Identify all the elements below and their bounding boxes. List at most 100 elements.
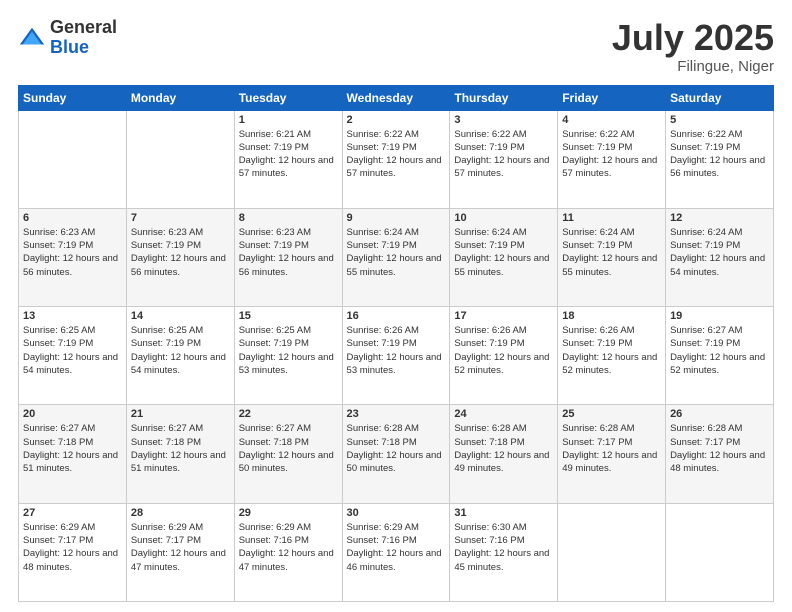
day-info-6: Sunrise: 6:23 AM Sunset: 7:19 PM Dayligh… (23, 226, 122, 279)
cell-4-4: 31Sunrise: 6:30 AM Sunset: 7:16 PM Dayli… (450, 503, 558, 601)
day-info-21: Sunrise: 6:27 AM Sunset: 7:18 PM Dayligh… (131, 422, 230, 475)
cell-4-6 (666, 503, 774, 601)
cell-0-0 (19, 110, 127, 208)
day-number-15: 15 (239, 310, 338, 322)
day-number-18: 18 (562, 310, 661, 322)
day-number-17: 17 (454, 310, 553, 322)
day-info-29: Sunrise: 6:29 AM Sunset: 7:16 PM Dayligh… (239, 521, 338, 574)
cell-1-6: 12 Sunrise: 6:24 AM Sunset: 7:19 PM Dayli… (666, 208, 774, 306)
week-row-0: 1Sunrise: 6:21 AM Sunset: 7:19 PM Daylig… (19, 110, 774, 208)
day-number-7: 7 (131, 212, 230, 224)
day-number-25: 25 (562, 408, 661, 420)
cell-0-3: 2 Sunrise: 6:22 AM Sunset: 7:19 PM Daylig… (342, 110, 450, 208)
cell-0-5: 4Sunrise: 6:22 AM Sunset: 7:19 PM Daylig… (558, 110, 666, 208)
cell-1-0: 6Sunrise: 6:23 AM Sunset: 7:19 PM Daylig… (19, 208, 127, 306)
day-info-15: Sunrise: 6:25 AM Sunset: 7:19 PM Dayligh… (239, 324, 338, 377)
cell-3-5: 25Sunrise: 6:28 AM Sunset: 7:17 PM Dayli… (558, 405, 666, 503)
header-wednesday: Wednesday (342, 85, 450, 110)
header-sunday: Sunday (19, 85, 127, 110)
week-row-1: 6Sunrise: 6:23 AM Sunset: 7:19 PM Daylig… (19, 208, 774, 306)
cell-2-3: 16 Sunrise: 6:26 AM Sunset: 7:19 PM Dayli… (342, 307, 450, 405)
cell-4-2: 29 Sunrise: 6:29 AM Sunset: 7:16 PM Dayli… (234, 503, 342, 601)
day-info-24: Sunrise: 6:28 AM Sunset: 7:18 PM Dayligh… (454, 422, 553, 475)
day-number-23: 23 (347, 408, 446, 420)
week-row-3: 20 Sunrise: 6:27 AM Sunset: 7:18 PM Dayli… (19, 405, 774, 503)
day-info-5: Sunrise: 6:22 AM Sunset: 7:19 PM Dayligh… (670, 128, 769, 181)
cell-0-4: 3Sunrise: 6:22 AM Sunset: 7:19 PM Daylig… (450, 110, 558, 208)
day-info-11: Sunrise: 6:24 AM Sunset: 7:19 PM Dayligh… (562, 226, 661, 279)
day-info-19: Sunrise: 6:27 AM Sunset: 7:19 PM Dayligh… (670, 324, 769, 377)
cell-4-0: 27 Sunrise: 6:29 AM Sunset: 7:17 PM Dayli… (19, 503, 127, 601)
cell-0-2: 1Sunrise: 6:21 AM Sunset: 7:19 PM Daylig… (234, 110, 342, 208)
day-info-8: Sunrise: 6:23 AM Sunset: 7:19 PM Dayligh… (239, 226, 338, 279)
logo-text: General Blue (50, 18, 117, 58)
day-info-7: Sunrise: 6:23 AM Sunset: 7:19 PM Dayligh… (131, 226, 230, 279)
day-number-8: 8 (239, 212, 338, 224)
header-thursday: Thursday (450, 85, 558, 110)
day-info-27: Sunrise: 6:29 AM Sunset: 7:17 PM Dayligh… (23, 521, 122, 574)
cell-2-5: 18Sunrise: 6:26 AM Sunset: 7:19 PM Dayli… (558, 307, 666, 405)
logo: General Blue (18, 18, 117, 58)
weekday-header-row: Sunday Monday Tuesday Wednesday Thursday… (19, 85, 774, 110)
logo-icon (18, 24, 46, 52)
page: General Blue July 2025 Filingue, Niger S… (0, 0, 792, 612)
logo-blue-text: Blue (50, 38, 117, 58)
header-saturday: Saturday (666, 85, 774, 110)
day-info-12: Sunrise: 6:24 AM Sunset: 7:19 PM Dayligh… (670, 226, 769, 279)
day-number-13: 13 (23, 310, 122, 322)
day-number-31: 31 (454, 507, 553, 519)
day-number-2: 2 (347, 114, 446, 126)
day-info-14: Sunrise: 6:25 AM Sunset: 7:19 PM Dayligh… (131, 324, 230, 377)
day-number-3: 3 (454, 114, 553, 126)
day-number-30: 30 (347, 507, 446, 519)
day-number-29: 29 (239, 507, 338, 519)
cell-0-6: 5 Sunrise: 6:22 AM Sunset: 7:19 PM Daylig… (666, 110, 774, 208)
day-info-4: Sunrise: 6:22 AM Sunset: 7:19 PM Dayligh… (562, 128, 661, 181)
title-block: July 2025 Filingue, Niger (612, 18, 774, 75)
day-number-12: 12 (670, 212, 769, 224)
day-info-20: Sunrise: 6:27 AM Sunset: 7:18 PM Dayligh… (23, 422, 122, 475)
cell-1-1: 7 Sunrise: 6:23 AM Sunset: 7:19 PM Daylig… (126, 208, 234, 306)
day-info-9: Sunrise: 6:24 AM Sunset: 7:19 PM Dayligh… (347, 226, 446, 279)
header-friday: Friday (558, 85, 666, 110)
day-info-16: Sunrise: 6:26 AM Sunset: 7:19 PM Dayligh… (347, 324, 446, 377)
header: General Blue July 2025 Filingue, Niger (18, 18, 774, 75)
day-number-5: 5 (670, 114, 769, 126)
day-number-10: 10 (454, 212, 553, 224)
cell-4-1: 28Sunrise: 6:29 AM Sunset: 7:17 PM Dayli… (126, 503, 234, 601)
cell-2-4: 17 Sunrise: 6:26 AM Sunset: 7:19 PM Dayli… (450, 307, 558, 405)
cell-1-4: 10Sunrise: 6:24 AM Sunset: 7:19 PM Dayli… (450, 208, 558, 306)
day-number-20: 20 (23, 408, 122, 420)
calendar-table: Sunday Monday Tuesday Wednesday Thursday… (18, 85, 774, 602)
cell-3-2: 22 Sunrise: 6:27 AM Sunset: 7:18 PM Dayli… (234, 405, 342, 503)
header-tuesday: Tuesday (234, 85, 342, 110)
day-info-22: Sunrise: 6:27 AM Sunset: 7:18 PM Dayligh… (239, 422, 338, 475)
cell-1-2: 8 Sunrise: 6:23 AM Sunset: 7:19 PM Daylig… (234, 208, 342, 306)
cell-1-5: 11Sunrise: 6:24 AM Sunset: 7:19 PM Dayli… (558, 208, 666, 306)
day-number-1: 1 (239, 114, 338, 126)
week-row-2: 13 Sunrise: 6:25 AM Sunset: 7:19 PM Dayli… (19, 307, 774, 405)
cell-3-0: 20 Sunrise: 6:27 AM Sunset: 7:18 PM Dayli… (19, 405, 127, 503)
day-info-2: Sunrise: 6:22 AM Sunset: 7:19 PM Dayligh… (347, 128, 446, 181)
cell-3-1: 21Sunrise: 6:27 AM Sunset: 7:18 PM Dayli… (126, 405, 234, 503)
day-number-28: 28 (131, 507, 230, 519)
day-info-30: Sunrise: 6:29 AM Sunset: 7:16 PM Dayligh… (347, 521, 446, 574)
calendar-title: July 2025 (612, 18, 774, 58)
cell-2-6: 19Sunrise: 6:27 AM Sunset: 7:19 PM Dayli… (666, 307, 774, 405)
calendar-location: Filingue, Niger (612, 58, 774, 75)
logo-general-text: General (50, 18, 117, 38)
cell-2-0: 13Sunrise: 6:25 AM Sunset: 7:19 PM Dayli… (19, 307, 127, 405)
week-row-4: 27 Sunrise: 6:29 AM Sunset: 7:17 PM Dayli… (19, 503, 774, 601)
cell-3-6: 26Sunrise: 6:28 AM Sunset: 7:17 PM Dayli… (666, 405, 774, 503)
day-number-26: 26 (670, 408, 769, 420)
day-info-17: Sunrise: 6:26 AM Sunset: 7:19 PM Dayligh… (454, 324, 553, 377)
day-number-9: 9 (347, 212, 446, 224)
cell-4-3: 30 Sunrise: 6:29 AM Sunset: 7:16 PM Dayli… (342, 503, 450, 601)
cell-3-3: 23 Sunrise: 6:28 AM Sunset: 7:18 PM Dayli… (342, 405, 450, 503)
cell-4-5 (558, 503, 666, 601)
day-number-22: 22 (239, 408, 338, 420)
day-number-14: 14 (131, 310, 230, 322)
day-info-23: Sunrise: 6:28 AM Sunset: 7:18 PM Dayligh… (347, 422, 446, 475)
day-number-27: 27 (23, 507, 122, 519)
day-number-16: 16 (347, 310, 446, 322)
